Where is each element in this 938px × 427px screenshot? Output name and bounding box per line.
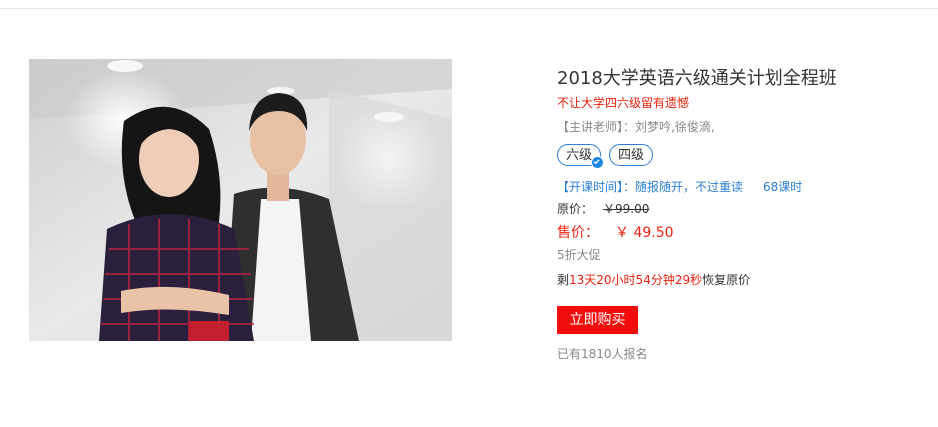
original-price-line: 原价： ￥99.00 bbox=[557, 200, 649, 217]
course-subtitle: 不让大学四六级留有遗憾 bbox=[557, 96, 690, 110]
teachers-line: 【主讲老师】：刘梦吟,徐俊滴, bbox=[557, 118, 715, 135]
course-cover-image[interactable] bbox=[29, 59, 452, 341]
countdown-suffix: 恢复原价 bbox=[702, 273, 751, 287]
top-divider bbox=[0, 8, 938, 9]
sale-price: ￥ 49.50 bbox=[615, 225, 674, 241]
buy-now-button[interactable]: 立即购买 bbox=[557, 306, 638, 334]
sale-price-line: 售价： ￥ 49.50 bbox=[557, 222, 674, 242]
tag-cet4[interactable]: 四级 bbox=[609, 144, 654, 166]
tag-cet6[interactable]: 六级 bbox=[557, 144, 605, 169]
course-hours: 68课时 bbox=[763, 180, 803, 194]
tag-cet4-label: 四级 bbox=[618, 148, 645, 163]
original-price-label: 原价： bbox=[557, 202, 594, 216]
countdown-timer: 13天20小时54分钟29秒 bbox=[569, 273, 703, 287]
teachers-label: 【主讲老师】： bbox=[557, 120, 636, 134]
schedule-label: 【开课时间】： bbox=[557, 180, 636, 194]
selected-check-icon bbox=[591, 156, 605, 169]
level-tags: 六级 四级 bbox=[557, 144, 654, 169]
schedule-text: 随报随开，不过重读 bbox=[635, 180, 744, 194]
countdown-prefix: 剩 bbox=[557, 273, 570, 287]
discount-badge: 5折大促 bbox=[557, 248, 601, 262]
sale-price-label: 售价： bbox=[557, 225, 599, 241]
teachers-names: 刘梦吟,徐俊滴, bbox=[635, 120, 715, 134]
schedule-line: 【开课时间】：随报随开，不过重读 68课时 bbox=[557, 178, 802, 195]
course-title: 2018大学英语六级通关计划全程班 bbox=[557, 68, 837, 89]
original-price: ￥99.00 bbox=[603, 202, 650, 216]
countdown-line: 剩13天20小时54分钟29秒恢复原价 bbox=[557, 271, 750, 288]
enrolled-count: 已有1810人报名 bbox=[557, 347, 648, 361]
tag-cet6-label: 六级 bbox=[566, 148, 593, 163]
